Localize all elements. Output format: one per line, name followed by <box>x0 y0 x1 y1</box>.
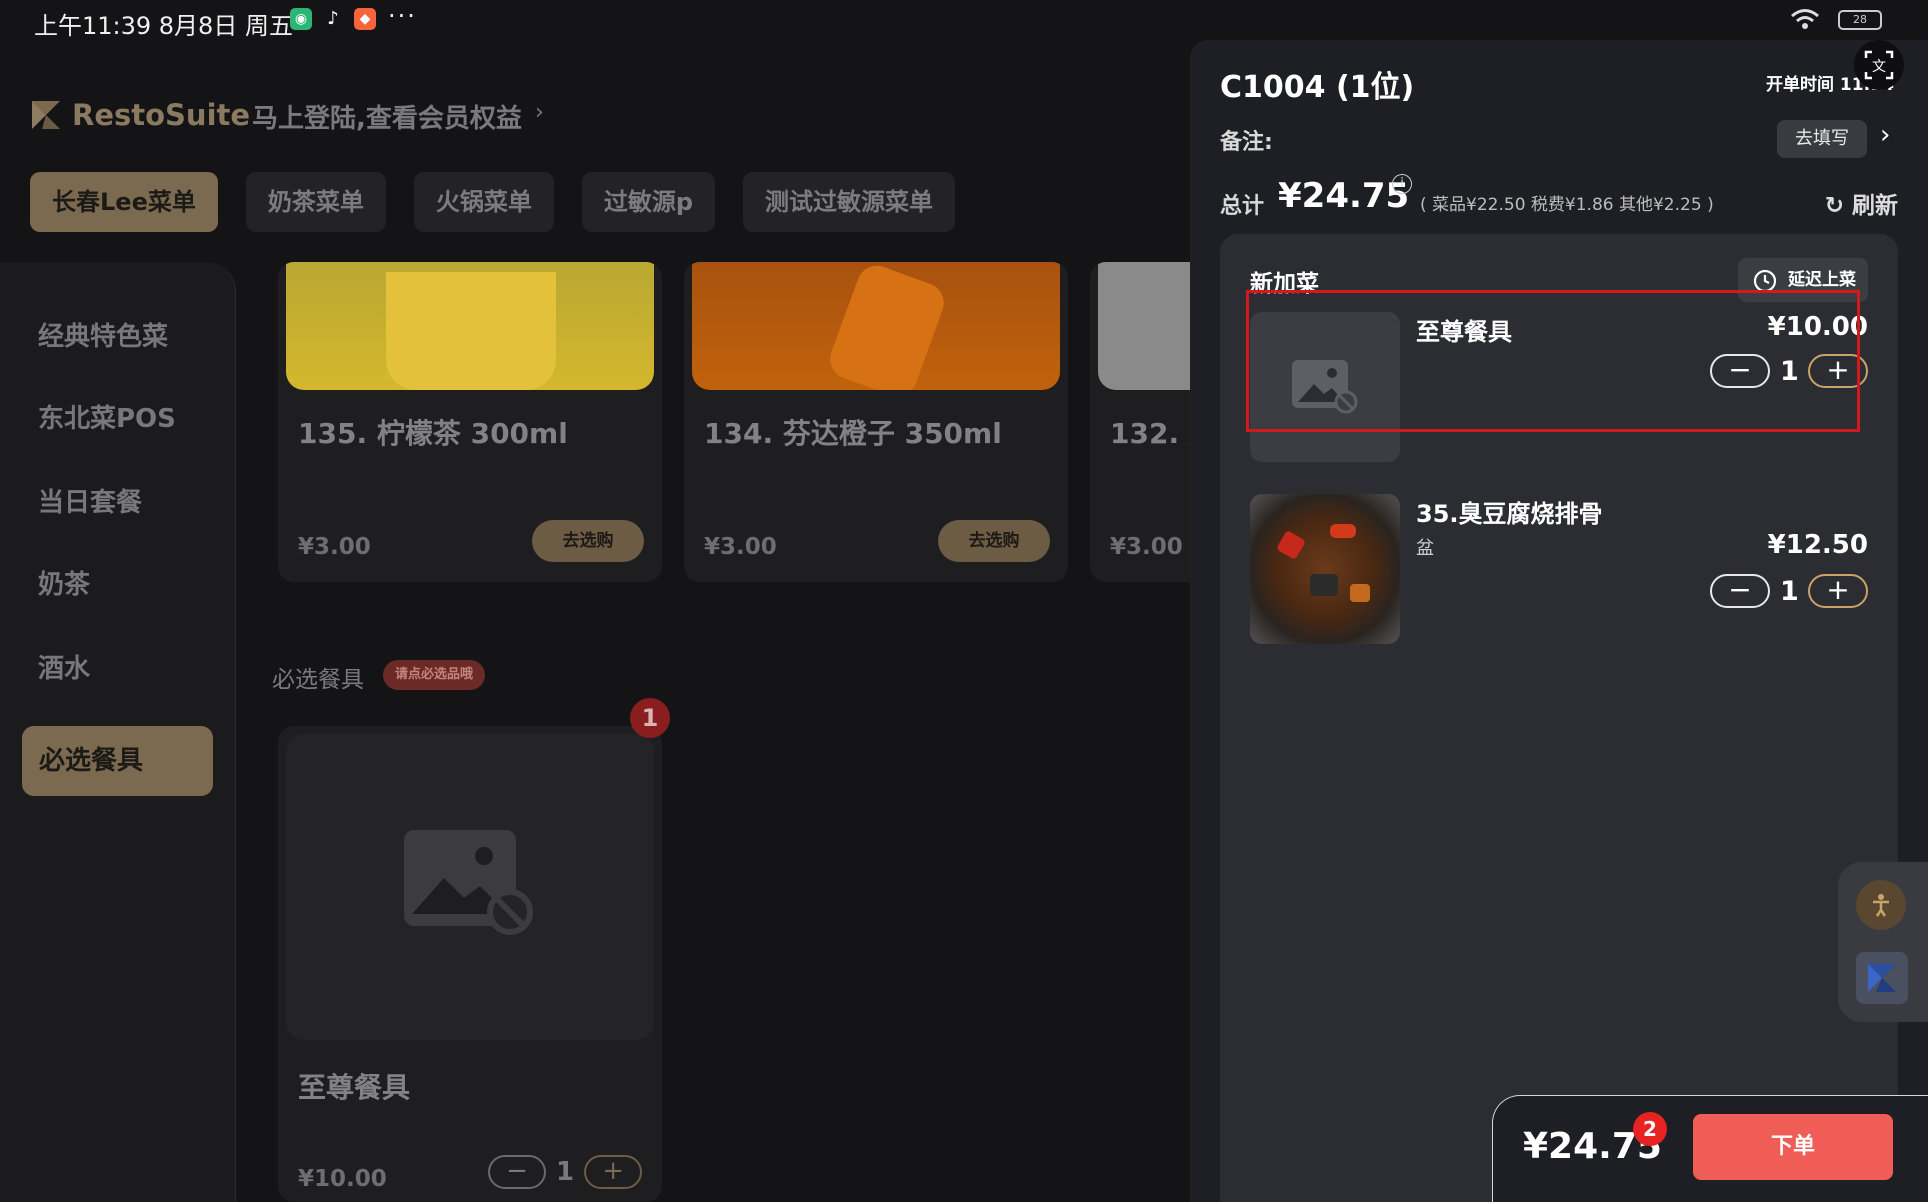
delay-serve-label: 延迟上菜 <box>1788 270 1856 290</box>
plus-button[interactable]: + <box>1808 574 1868 608</box>
battery-icon: 28 <box>1838 10 1882 30</box>
brand: RestoSuite <box>30 98 250 132</box>
product-card[interactable]: 132. 天 ¥3.00 <box>1090 262 1190 582</box>
status-time: 上午11:39 8月8日 周五 <box>34 12 293 40</box>
info-icon[interactable]: i <box>1392 174 1412 194</box>
category-item[interactable]: 奶茶 <box>38 564 90 601</box>
image-unavailable-icon <box>404 830 533 935</box>
chevron-right-icon[interactable]: › <box>535 100 544 125</box>
fill-remark-button[interactable]: 去填写 <box>1777 120 1867 158</box>
cart-item-price: ¥12.50 <box>1767 530 1868 560</box>
category-sidebar: 经典特色菜 东北菜POS 当日套餐 奶茶 酒水 必选餐具 <box>0 262 236 1202</box>
brand-name: RestoSuite <box>72 98 251 132</box>
menu-area: RestoSuite 马上登陆,查看会员权益 › 长春Lee菜单 奶茶菜单 火锅… <box>0 40 1190 1202</box>
buy-button[interactable]: 去选购 <box>938 520 1050 562</box>
product-price: ¥10.00 <box>298 1166 387 1192</box>
price-breakdown: ( 菜品¥22.50 税费¥1.86 其他¥2.25 ) <box>1420 195 1714 215</box>
cart-item-unit: 盆 <box>1416 538 1434 559</box>
category-item[interactable]: 当日套餐 <box>38 482 142 519</box>
minus-button[interactable]: − <box>488 1155 546 1189</box>
product-price: ¥3.00 <box>704 534 777 560</box>
highlight-box <box>1246 290 1860 432</box>
product-card[interactable]: 134. 芬达橙子 350ml ¥3.00 去选购 <box>684 262 1068 582</box>
product-image <box>1098 262 1190 390</box>
order-footer: ¥24.75 2 下单 <box>1492 1095 1928 1202</box>
plus-button[interactable]: + <box>584 1155 643 1189</box>
product-name: 至尊餐具 <box>298 1071 411 1104</box>
minus-button[interactable]: − <box>1710 574 1770 608</box>
tiktok-icon: ♪ <box>322 8 344 30</box>
category-item-active[interactable]: 必选餐具 <box>22 726 213 796</box>
status-bar: 上午11:39 8月8日 周五 ◉ ♪ ◆ ··· 28 <box>0 0 1928 40</box>
wechat-icon: ◉ <box>290 8 312 30</box>
more-dots-icon: ··· <box>388 2 417 30</box>
chevron-right-icon[interactable]: › <box>1880 120 1890 150</box>
screen-translate-icon[interactable]: 文 <box>1854 40 1904 90</box>
product-name: 134. 芬达橙子 350ml <box>704 417 1002 450</box>
product-image <box>286 262 654 390</box>
cart-count-badge: 1 <box>630 698 670 738</box>
order-panel: C1004 (1位) 开单时间 11:14 文 备注: 去填写 › 总计 ¥24… <box>1190 40 1928 1202</box>
product-name: 132. 天 <box>1110 417 1190 450</box>
placeholder-image <box>286 734 654 1040</box>
total-amount: ¥24.75 <box>1278 176 1410 216</box>
remark-label: 备注: <box>1220 130 1273 155</box>
member-login-link[interactable]: 马上登陆,查看会员权益 <box>252 98 522 135</box>
menu-tabs: 长春Lee菜单 奶茶菜单 火锅菜单 过敏源p 测试过敏源菜单 <box>30 172 956 232</box>
tab-menu-changchun[interactable]: 长春Lee菜单 <box>30 172 218 232</box>
refresh-button[interactable]: ↻ 刷新 <box>1825 186 1898 220</box>
product-name: 135. 柠檬茶 300ml <box>298 417 568 450</box>
accessibility-icon[interactable] <box>1856 880 1906 930</box>
product-card[interactable]: 135. 柠檬茶 300ml ¥3.00 去选购 <box>278 262 662 582</box>
product-price: ¥3.00 <box>1110 534 1183 560</box>
product-image <box>692 262 1060 390</box>
tab-menu-milktea[interactable]: 奶茶菜单 <box>245 172 386 232</box>
product-price: ¥3.00 <box>298 534 371 560</box>
quantity-value: 1 <box>556 1157 575 1187</box>
tab-menu-allergen-test[interactable]: 测试过敏源菜单 <box>743 172 956 232</box>
cart-item-image <box>1250 494 1400 644</box>
tab-menu-allergen[interactable]: 过敏源p <box>581 172 716 232</box>
category-item[interactable]: 酒水 <box>38 648 90 685</box>
tab-menu-hotpot[interactable]: 火锅菜单 <box>413 172 554 232</box>
product-card-tableware[interactable]: 至尊餐具 ¥10.00 <box>278 726 662 1202</box>
section-title: 必选餐具 <box>272 667 364 693</box>
cart-item-name: 35.臭豆腐烧排骨 <box>1416 500 1603 528</box>
restosuite-logo-icon <box>32 101 60 129</box>
buy-button[interactable]: 去选购 <box>532 520 644 562</box>
quantity-stepper: − 1 + <box>488 1155 643 1189</box>
category-item[interactable]: 经典特色菜 <box>38 316 168 353</box>
shopping-app-icon: ◆ <box>354 8 376 30</box>
category-item[interactable]: 东北菜POS <box>38 398 176 435</box>
wifi-icon <box>1791 9 1819 29</box>
order-title: C1004 (1位) <box>1220 70 1415 105</box>
submit-order-button[interactable]: 下单 <box>1693 1114 1893 1180</box>
quantity-stepper: − 1 + <box>1710 574 1868 608</box>
restosuite-app-icon[interactable] <box>1856 952 1908 1004</box>
floating-toolbar <box>1838 862 1928 1022</box>
total-label: 总计 <box>1220 194 1265 219</box>
required-badge: 请点必选品哦 <box>383 660 486 690</box>
quantity-value: 1 <box>1780 575 1799 607</box>
svg-text:文: 文 <box>1872 59 1886 75</box>
item-count-badge: 2 <box>1633 1112 1667 1146</box>
